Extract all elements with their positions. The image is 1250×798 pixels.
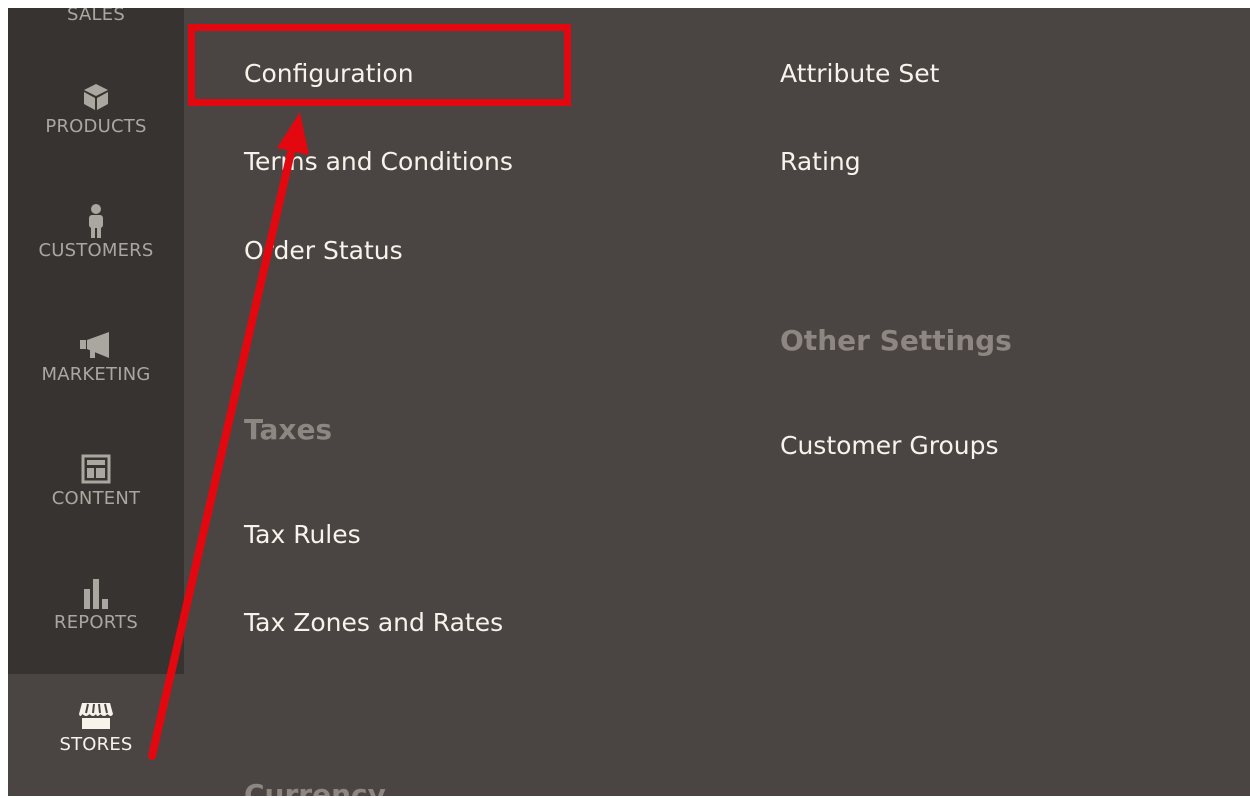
section-heading-currency: Currency (244, 778, 386, 796)
menu-link-order-status[interactable]: Order Status (244, 236, 403, 265)
sidebar-item-sales[interactable]: $ SALES (8, 8, 184, 38)
menu-link-rating[interactable]: Rating (780, 147, 861, 176)
menu-link-terms-and-conditions[interactable]: Terms and Conditions (244, 147, 513, 176)
sidebar-item-customers[interactable]: CUSTOMERS (8, 204, 184, 261)
menu-link-attribute-set[interactable]: Attribute Set (780, 59, 939, 88)
admin-panel: $ SALES PRODUCTS CU (8, 8, 1250, 796)
menu-link-tax-zones-and-rates[interactable]: Tax Zones and Rates (244, 608, 503, 637)
megaphone-icon (8, 328, 184, 362)
sidebar-item-reports[interactable]: REPORTS (8, 576, 184, 633)
layout-icon (8, 452, 184, 486)
bar-chart-icon (8, 576, 184, 610)
sidebar-item-label: STORES (59, 734, 133, 755)
storefront-icon (8, 698, 184, 732)
sidebar-item-label: CUSTOMERS (38, 240, 154, 261)
sidebar-item-content[interactable]: CONTENT (8, 452, 184, 509)
section-heading-taxes: Taxes (244, 413, 333, 446)
cube-icon (8, 80, 184, 114)
person-icon (8, 204, 184, 238)
sidebar-item-label: REPORTS (54, 612, 138, 633)
sidebar-item-marketing[interactable]: MARKETING (8, 328, 184, 385)
annotation-arrow (148, 112, 309, 760)
sidebar-item-label: PRODUCTS (45, 116, 147, 137)
menu-link-customer-groups[interactable]: Customer Groups (780, 431, 999, 460)
sidebar-item-stores[interactable]: STORES (8, 674, 184, 796)
menu-link-configuration[interactable]: Configuration (244, 59, 414, 88)
sidebar-item-label: CONTENT (51, 488, 141, 509)
sidebar-item-label: SALES (67, 8, 125, 25)
menu-link-tax-rules[interactable]: Tax Rules (244, 520, 361, 549)
sidebar: $ SALES PRODUCTS CU (8, 8, 184, 796)
sidebar-item-products[interactable]: PRODUCTS (8, 80, 184, 137)
sidebar-item-label: MARKETING (41, 364, 151, 385)
section-heading-other-settings: Other Settings (780, 324, 1012, 357)
